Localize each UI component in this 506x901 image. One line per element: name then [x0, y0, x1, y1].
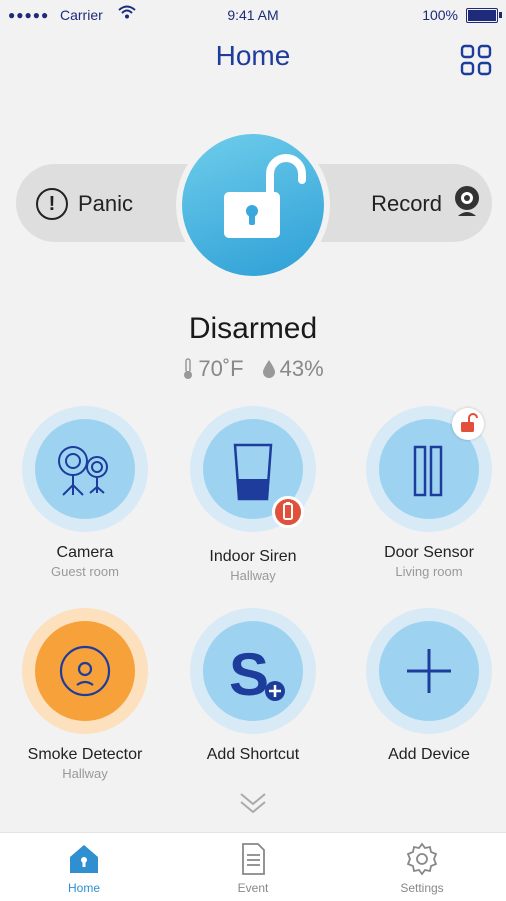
thermometer-icon — [184, 358, 193, 379]
unlocked-padlock-icon — [224, 154, 306, 238]
chevron-down-icon[interactable] — [233, 790, 273, 818]
grid-view-icon[interactable] — [460, 44, 492, 76]
arm-disarm-button[interactable] — [182, 134, 324, 276]
device-room: Hallway — [62, 766, 108, 781]
tab-home[interactable]: Home — [34, 841, 134, 895]
document-icon — [242, 843, 265, 875]
device-name: Smoke Detector — [27, 746, 143, 763]
webcam-icon — [452, 184, 482, 224]
panic-label: Panic — [78, 191, 134, 216]
page-title: Home — [215, 40, 291, 71]
humidity-value: 43% — [279, 356, 324, 381]
battery-percentage: 100% — [422, 7, 458, 23]
device-name: Door Sensor — [384, 544, 474, 561]
tab-settings[interactable]: Settings — [372, 841, 472, 895]
water-drop-icon — [262, 360, 275, 378]
climate-readout: 70˚F 43% — [0, 356, 506, 382]
record-button[interactable]: Record — [371, 186, 482, 222]
low-battery-icon — [272, 496, 304, 528]
tab-label: Home — [67, 881, 100, 895]
alert-icon: ! — [36, 188, 68, 220]
gear-icon — [406, 842, 438, 876]
security-state: Disarmed — [188, 312, 318, 345]
add-shortcut-tile[interactable]: S Add Shortcut — [168, 608, 338, 798]
unlocked-badge-icon — [452, 408, 484, 440]
tab-bar: Home Event Settings — [0, 832, 506, 901]
device-room: Guest room — [51, 564, 119, 579]
svg-text:S: S — [229, 641, 269, 708]
battery-icon — [466, 8, 502, 23]
tab-event[interactable]: Event — [203, 841, 303, 895]
tab-label: Event — [237, 881, 269, 895]
humidity-readout: 43% — [262, 356, 324, 382]
device-tile-door-sensor[interactable]: Door Sensor Living room — [344, 406, 506, 596]
device-name: Add Shortcut — [206, 746, 300, 763]
device-name: Indoor Siren — [209, 548, 297, 565]
shortcut-icon: S — [203, 621, 303, 721]
device-room: Living room — [395, 564, 463, 579]
device-tile-indoor-siren[interactable]: Indoor Siren Hallway — [168, 406, 338, 596]
device-room: Hallway — [230, 568, 276, 583]
device-tile-camera[interactable]: Camera Guest room — [0, 406, 170, 596]
temperature-readout: 70˚F — [182, 356, 244, 382]
plus-icon — [379, 621, 479, 721]
status-bar: ●●●●● Carrier 9:41 AM 100% — [0, 0, 506, 30]
panic-button[interactable]: ! Panic — [36, 186, 133, 222]
home-icon — [70, 845, 98, 873]
smoke-detector-icon — [35, 621, 135, 721]
device-name: Add Device — [388, 746, 470, 763]
camera-icon — [35, 419, 135, 519]
device-name: Camera — [56, 544, 114, 561]
record-label: Record — [371, 191, 442, 216]
add-device-tile[interactable]: Add Device — [344, 608, 506, 798]
temperature-value: 70˚F — [198, 356, 244, 381]
device-tile-smoke-detector[interactable]: Smoke Detector Hallway — [0, 608, 170, 798]
tab-label: Settings — [400, 881, 444, 895]
